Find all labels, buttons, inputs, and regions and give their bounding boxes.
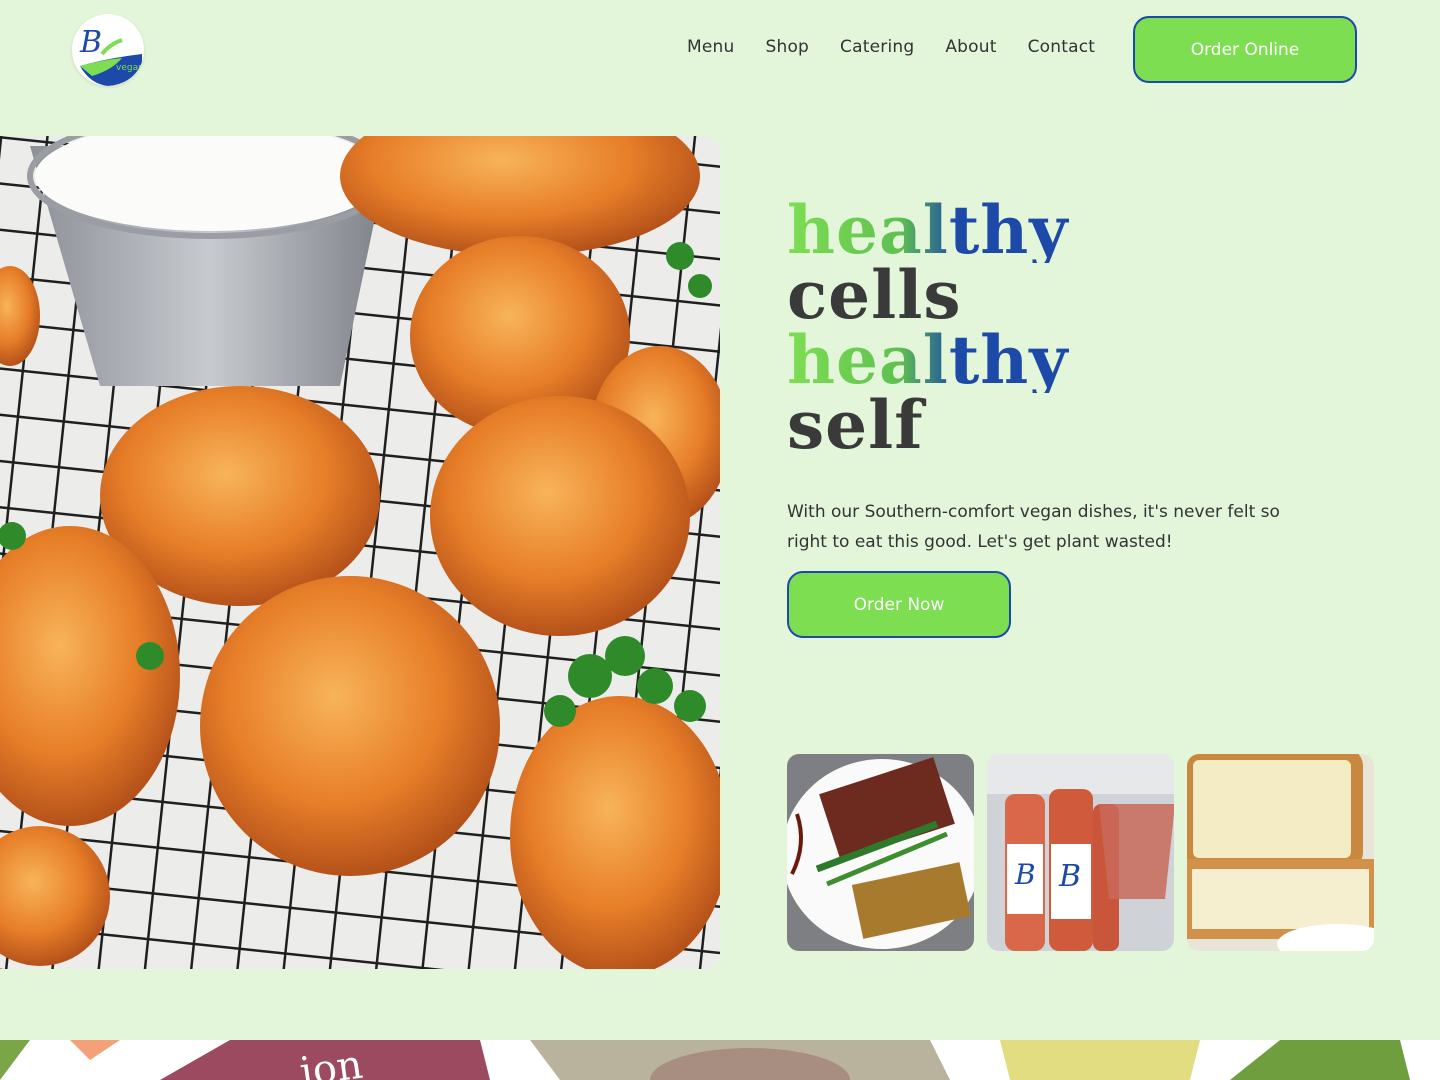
plated-meal-photo-icon	[787, 754, 974, 951]
cauliflower-photo-icon	[0, 136, 720, 969]
thumbnail-lemon-cake[interactable]	[1187, 754, 1374, 951]
logo-icon: B vegan	[72, 14, 144, 86]
svg-text:B: B	[79, 25, 102, 60]
nav-item-menu[interactable]: Menu	[687, 37, 734, 57]
svg-text:vegan: vegan	[116, 63, 144, 73]
thumbnail-juice-bottles[interactable]: B B	[987, 754, 1174, 951]
hero-headline: healthy cells healthy self	[787, 191, 1069, 464]
decorative-shapes-icon: ion	[0, 1040, 1440, 1080]
logo[interactable]: B vegan	[72, 14, 144, 86]
order-now-button[interactable]: Order Now	[787, 571, 1011, 638]
svg-text:B: B	[1014, 858, 1036, 891]
headline-line-3: healthy	[787, 321, 1069, 399]
headline-line-4: self	[787, 386, 924, 464]
headline-line-2: cells	[787, 256, 962, 334]
hero-image	[0, 136, 720, 969]
nav-item-about[interactable]: About	[945, 37, 996, 57]
page: B vegan Menu Shop Catering About Contact…	[0, 0, 1440, 1080]
nav-item-contact[interactable]: Contact	[1028, 37, 1096, 57]
nav-item-shop[interactable]: Shop	[765, 37, 809, 57]
bottom-section-preview: ion	[0, 1040, 1440, 1080]
lemon-cake-photo-icon	[1187, 754, 1374, 951]
juice-bottles-photo-icon: B B	[987, 754, 1174, 951]
nav-item-catering[interactable]: Catering	[840, 37, 914, 57]
order-online-button[interactable]: Order Online	[1133, 16, 1357, 83]
thumbnail-plated-meal[interactable]	[787, 754, 974, 951]
headline-line-1: healthy	[787, 191, 1069, 269]
hero-tagline: With our Southern-comfort vegan dishes, …	[787, 502, 1280, 552]
svg-text:B: B	[1058, 859, 1081, 894]
main-nav: Menu Shop Catering About Contact	[687, 37, 1095, 57]
